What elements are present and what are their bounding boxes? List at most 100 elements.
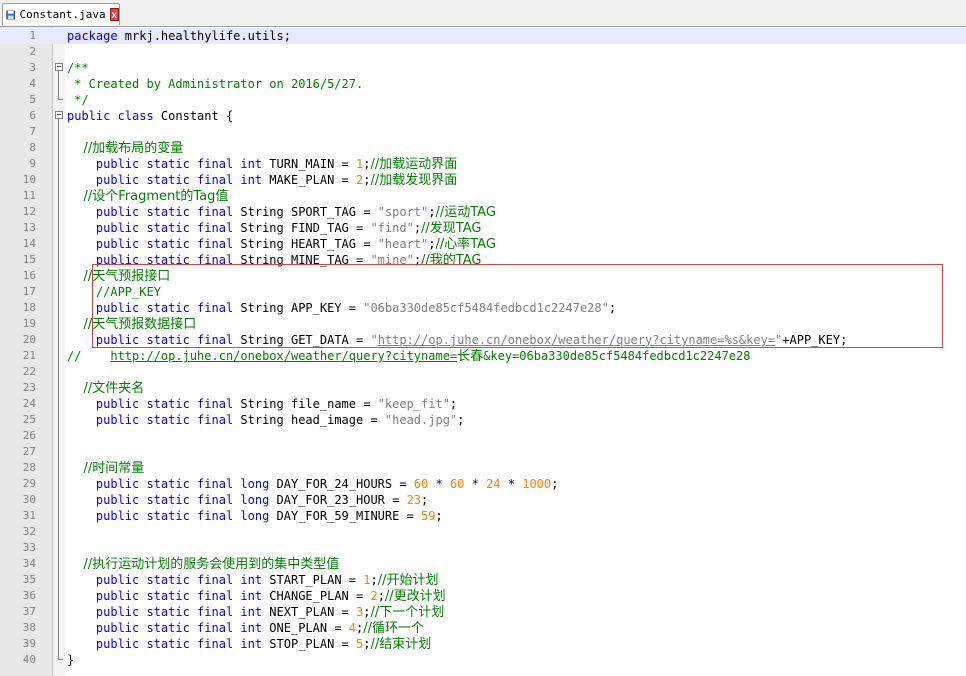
- code-line[interactable]: 26: [0, 428, 966, 444]
- code-line[interactable]: 39 public static final int STOP_PLAN = 5…: [0, 636, 966, 652]
- code-token: public static final int: [67, 173, 263, 187]
- code-text: public static final int CHANGE_PLAN = 2;…: [67, 588, 446, 604]
- line-number: 37: [22, 605, 36, 618]
- code-token: 长春: [457, 349, 484, 364]
- fold-end-mark: [58, 99, 63, 100]
- code-token: public static final int: [67, 605, 263, 619]
- code-line[interactable]: 19 //天气预报数据接口: [0, 316, 966, 332]
- code-line[interactable]: 7: [0, 124, 966, 140]
- code-line[interactable]: 3 /**: [0, 60, 966, 76]
- tab-constant-java[interactable]: Constant.java x: [2, 3, 120, 25]
- code-token: ;: [551, 477, 559, 491]
- code-line[interactable]: 1 package mrkj.healthylife.utils;: [0, 28, 966, 44]
- code-line[interactable]: 32: [0, 524, 966, 540]
- code-token: public static final: [67, 205, 234, 219]
- line-number: 29: [22, 477, 36, 490]
- code-line[interactable]: 40}: [0, 652, 966, 668]
- code-text: //执行运动计划的服务会使用到的集中类型值: [67, 556, 340, 572]
- code-token: public class: [67, 109, 154, 123]
- code-line[interactable]: 17 //APP_KEY: [0, 284, 966, 300]
- code-token: public static final int: [67, 157, 263, 171]
- line-number: 30: [22, 493, 36, 506]
- code-line[interactable]: 13 public static final String FIND_TAG =…: [0, 220, 966, 236]
- code-token: "06ba330de85cf5484fedbcd1c2247e28": [363, 301, 609, 315]
- code-line[interactable]: 37 public static final int NEXT_PLAN = 3…: [0, 604, 966, 620]
- code-token: *: [464, 477, 487, 491]
- line-number: 20: [22, 333, 36, 346]
- code-token: NEXT_PLAN =: [262, 605, 356, 619]
- code-token: "keep_fit": [377, 397, 450, 411]
- code-line[interactable]: 28 //时间常量: [0, 460, 966, 476]
- code-text: public class Constant {: [67, 108, 233, 124]
- code-text: public static final String FIND_TAG = "f…: [67, 220, 482, 236]
- code-line[interactable]: 15 public static final String MINE_TAG =…: [0, 252, 966, 268]
- code-token[interactable]: http://op.juhe.cn/onebox/weather/query?c…: [110, 349, 457, 363]
- line-number: 36: [22, 589, 36, 602]
- code-text: public static final String APP_KEY = "06…: [67, 300, 616, 316]
- line-number: 34: [22, 557, 36, 570]
- code-token: ;: [435, 509, 443, 523]
- code-line[interactable]: 22: [0, 364, 966, 380]
- code-token: //循环一个: [363, 621, 425, 636]
- code-token: //APP_KEY: [67, 285, 161, 299]
- line-number: 5: [29, 93, 36, 106]
- code-line[interactable]: 2: [0, 44, 966, 60]
- code-token: //加载运动界面: [370, 157, 458, 172]
- fold-toggle-icon[interactable]: −: [55, 111, 63, 119]
- code-line[interactable]: 12 public static final String SPORT_TAG …: [0, 204, 966, 220]
- code-line[interactable]: 24 public static final String file_name …: [0, 396, 966, 412]
- code-token: String FIND_TAG =: [233, 221, 371, 235]
- code-token: +APP_KEY;: [782, 333, 848, 347]
- code-text: public static final String GET_DATA = "h…: [67, 332, 847, 348]
- code-line[interactable]: 9 public static final int TURN_MAIN = 1;…: [0, 156, 966, 172]
- code-token: public static final: [67, 413, 234, 427]
- tab-bar: Constant.java x: [0, 0, 966, 27]
- line-number: 1: [29, 29, 36, 42]
- code-line[interactable]: 18 public static final String APP_KEY = …: [0, 300, 966, 316]
- line-number: 9: [29, 157, 36, 170]
- code-line[interactable]: 16 //天气预报接口: [0, 268, 966, 284]
- code-line[interactable]: 27: [0, 444, 966, 460]
- code-token: &key=06ba330de85cf5484fedbcd1c2247e28: [483, 349, 751, 363]
- code-line[interactable]: 35 public static final int START_PLAN = …: [0, 572, 966, 588]
- code-text: public static final int NEXT_PLAN = 3;//…: [67, 604, 444, 620]
- line-number: 19: [22, 317, 36, 330]
- code-line[interactable]: 5 */: [0, 92, 966, 108]
- code-token: 24: [486, 477, 501, 491]
- code-token: String MINE_TAG =: [233, 253, 371, 267]
- code-token: "sport": [377, 205, 429, 219]
- code-line[interactable]: 31 public static final long DAY_FOR_59_M…: [0, 508, 966, 524]
- close-icon[interactable]: x: [109, 8, 119, 21]
- code-line[interactable]: 6 public class Constant {: [0, 108, 966, 124]
- code-line[interactable]: 36 public static final int CHANGE_PLAN =…: [0, 588, 966, 604]
- code-token[interactable]: http://op.juhe.cn/onebox/weather/query?c…: [378, 333, 775, 347]
- code-editor[interactable]: 1 package mrkj.healthylife.utils; 2 3/** 4 *…: [0, 27, 966, 676]
- code-text: public static final int STOP_PLAN = 5;//…: [67, 636, 431, 652]
- code-token: DAY_FOR_23_HOUR =: [269, 493, 407, 507]
- line-number: 23: [22, 381, 36, 394]
- fold-toggle-icon[interactable]: −: [55, 63, 63, 71]
- code-line[interactable]: 38 public static final int ONE_PLAN = 4;…: [0, 620, 966, 636]
- code-line[interactable]: 34 //执行运动计划的服务会使用到的集中类型值: [0, 556, 966, 572]
- code-line[interactable]: 25 public static final String head_image…: [0, 412, 966, 428]
- code-line[interactable]: 21 // http://op.juhe.cn/onebox/weather/qu…: [0, 348, 966, 364]
- code-line[interactable]: 20 public static final String GET_DATA =…: [0, 332, 966, 348]
- code-line[interactable]: 11 //设个Fragment的Tag值: [0, 188, 966, 204]
- code-line[interactable]: 23 //文件夹名: [0, 380, 966, 396]
- code-token: START_PLAN =: [262, 573, 364, 587]
- code-line[interactable]: 4 * Created by Administrator on 2016/5/2…: [0, 76, 966, 92]
- code-token: 23: [406, 493, 422, 507]
- code-token: //文件夹名: [67, 381, 145, 396]
- code-token: 1000: [522, 477, 552, 491]
- code-text: // http://op.juhe.cn/onebox/weather/quer…: [67, 348, 750, 364]
- code-line[interactable]: 10 public static final int MAKE_PLAN = 2…: [0, 172, 966, 188]
- code-line[interactable]: 30 public static final long DAY_FOR_23_H…: [0, 492, 966, 508]
- code-token: 60: [449, 477, 465, 491]
- line-number: 35: [22, 573, 36, 586]
- code-token: //天气预报数据接口: [67, 317, 197, 332]
- code-text: public static final int MAKE_PLAN = 2;//…: [67, 172, 457, 188]
- code-line[interactable]: 8 //加载布局的变量: [0, 140, 966, 156]
- code-line[interactable]: 14 public static final String HEART_TAG …: [0, 236, 966, 252]
- code-line[interactable]: 29 public static final long DAY_FOR_24_H…: [0, 476, 966, 492]
- code-line[interactable]: 33: [0, 540, 966, 556]
